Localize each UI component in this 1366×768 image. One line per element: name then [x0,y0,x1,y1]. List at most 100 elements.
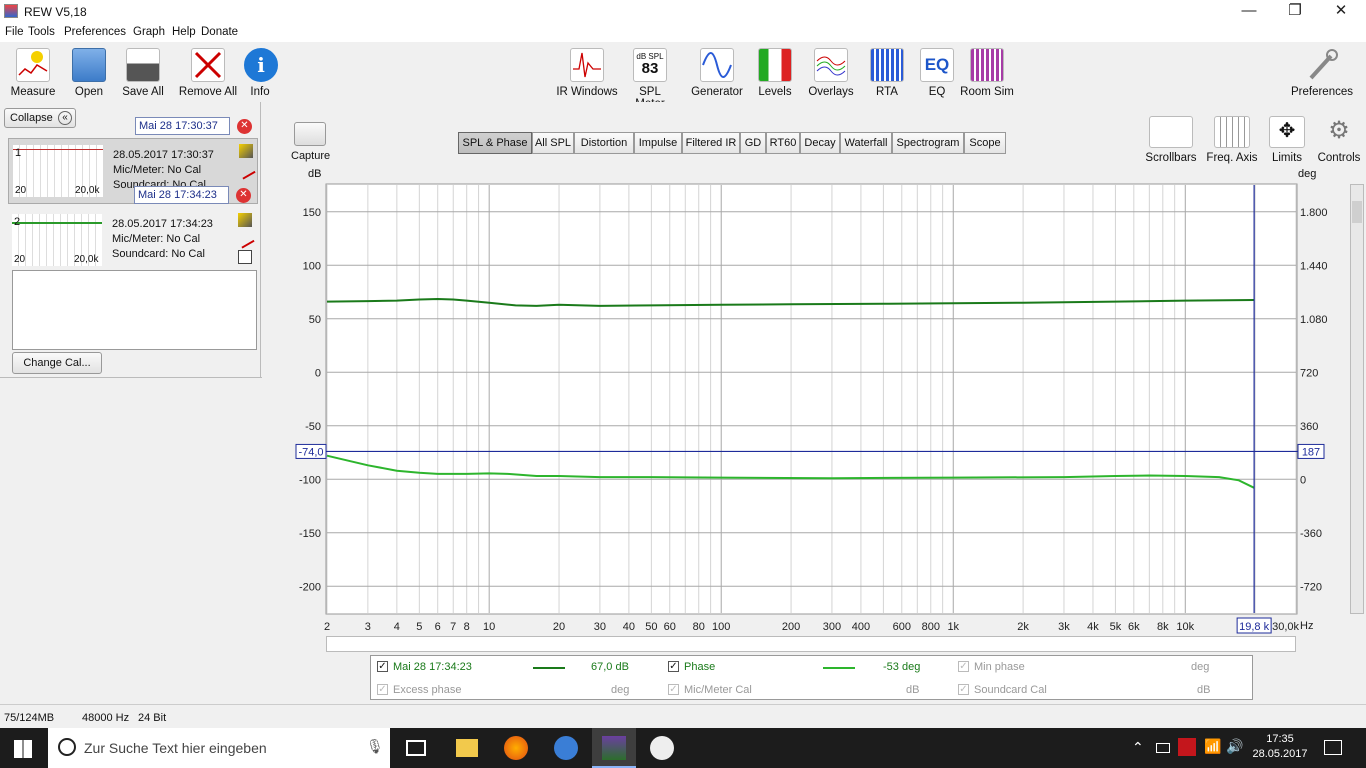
x-tick-label: 300 [823,621,841,633]
legend-soundcard-cal-unit: dB [1197,684,1211,696]
legend-measurement-value: 67,0 dB [591,661,629,673]
x-tick-label: 600 [893,621,911,633]
x-tick-label: 10k [1176,621,1194,633]
legend-excess-phase-unit: deg [611,684,630,696]
x-tick-label: 30 [594,621,606,633]
y2-tick-label: -720 [1300,581,1322,593]
y2-tick-label: -360 [1300,528,1322,540]
legend-phase-value: -53 deg [883,661,921,673]
x-tick-label: 60 [664,621,676,633]
clock-time: 17:35 [1266,733,1294,745]
task-view-icon[interactable] [406,740,426,756]
x-tick-label: 7 [450,621,456,633]
y2-tick-label: 720 [1300,367,1318,379]
legend-min-phase-label: Min phase [974,661,1025,673]
x-tick-label: 3 [365,621,371,633]
rew-icon [602,736,626,760]
x-tick-label: 4k [1087,621,1099,633]
x-tick-label: 4 [394,621,400,633]
x-tick-label: 50 [645,621,657,633]
x-tick-label: 2k [1017,621,1029,633]
legend-measurement-label: Mai 28 17:34:23 [393,661,472,673]
x-tick-labels: 2 3 4 5 6 7 8 10 20 30 40 50 60 80 100 200 300 400 600 800 1… [324,621,1300,633]
legend-swatch [823,667,855,669]
y2-tick-labels: 1.800 1.440 1.080 720 360 0 -360 -720 [1300,207,1328,594]
search-placeholder: Zur Suche Text hier eingeben [84,740,267,756]
legend-checkbox-phase[interactable]: ✓ [668,661,679,672]
legend-checkbox-soundcard-cal[interactable]: ✓ [958,684,969,695]
y-tick-label: -100 [299,474,321,486]
legend-checkbox-mic-cal[interactable]: ✓ [668,684,679,695]
legend-checkbox-measurement[interactable]: ✓ [377,661,388,672]
y2-tick-label: 1.080 [1300,314,1328,326]
windows-start-icon[interactable] [14,740,32,758]
legend-swatch [533,667,565,669]
y2-tick-label: 360 [1300,421,1318,433]
firefox-icon[interactable] [504,736,528,760]
file-explorer-icon[interactable] [456,739,478,757]
paint-icon[interactable] [650,736,674,760]
y2-tick-label: 1.440 [1300,260,1328,272]
y-tick-label: 150 [303,207,321,219]
y-tick-label: 100 [303,260,321,272]
x-tick-label: 8 [464,621,470,633]
spl-phase-chart[interactable]: 150100500-50-100-150-200 1.8001.4401.080… [0,0,1366,768]
x-tick-label: 20 [553,621,565,633]
taskbar: Zur Suche Text hier eingeben 🎙 ⌃ 📶 🔊 17:… [0,728,1366,768]
clock-date: 28.05.2017 [1252,748,1308,760]
x-tick-label: 800 [922,621,940,633]
notification-icon[interactable] [1324,740,1342,755]
x-tick-label: 30,0k [1272,621,1299,633]
legend-min-phase-unit: deg [1191,661,1210,673]
legend-checkbox-excess-phase[interactable]: ✓ [377,684,388,695]
y-tick-label: -150 [299,528,321,540]
y-tick-label: -200 [299,581,321,593]
status-bar: 75/124MB 48000 Hz 24 Bit [0,704,1366,728]
memory-status: 75/124MB [4,712,55,724]
x-tick-label: 8k [1157,621,1169,633]
x-tick-label: 5k [1110,621,1122,633]
y2-tick-label: 0 [1300,474,1306,486]
cursor-phase-readout: 187 [1302,446,1320,458]
x-tick-label: 3k [1058,621,1070,633]
search-icon [58,738,76,756]
plot-background [325,183,1298,615]
y-tick-label: -50 [305,421,321,433]
x-unit-label: Hz [1300,620,1314,632]
x-tick-label: 200 [782,621,800,633]
y-tick-label: 0 [315,367,321,379]
x-tick-label: 2 [324,621,330,633]
clock[interactable]: 17:35 28.05.2017 [1250,732,1310,762]
x-tick-label: 6 [435,621,441,633]
y2-tick-label: 1.800 [1300,207,1328,219]
y-tick-label: 50 [309,314,321,326]
chevron-up-icon[interactable]: ⌃ [1132,739,1144,756]
microphone-icon[interactable]: 🎙 [366,738,384,755]
wifi-icon[interactable]: 📶 [1204,738,1221,755]
x-tick-label: 1k [947,621,959,633]
volume-icon[interactable]: 🔊 [1226,738,1243,755]
legend-mic-cal-unit: dB [906,684,920,696]
cursor-y-readout: -74,0 [298,446,323,458]
x-tick-label: 80 [693,621,705,633]
legend-phase-label: Phase [684,661,716,673]
legend-mic-cal-label: Mic/Meter Cal [684,684,752,696]
bit-depth-status: 24 Bit [138,712,167,724]
x-tick-label: 5 [416,621,422,633]
legend-panel: ✓ Mai 28 17:34:23 67,0 dB ✓ Phase -53 de… [370,655,1253,700]
y-tick-labels: 150 100 50 0 -50 -100 -150 -200 [299,207,321,594]
search-box[interactable]: Zur Suche Text hier eingeben 🎙 [48,728,390,768]
legend-excess-phase-label: Excess phase [393,684,462,696]
rew-taskbar-button[interactable] [592,728,636,768]
battery-icon[interactable] [1156,743,1170,753]
app-icon[interactable] [554,736,578,760]
x-tick-label: 100 [712,621,730,633]
x-tick-label: 400 [852,621,870,633]
antivirus-icon[interactable] [1178,738,1196,756]
cursor-x-readout: 19,8 k [1239,621,1269,633]
x-tick-label: 10 [483,621,495,633]
x-tick-label: 6k [1128,621,1140,633]
x-tick-label: 40 [623,621,635,633]
legend-soundcard-cal-label: Soundcard Cal [974,684,1047,696]
legend-checkbox-min-phase[interactable]: ✓ [958,661,969,672]
